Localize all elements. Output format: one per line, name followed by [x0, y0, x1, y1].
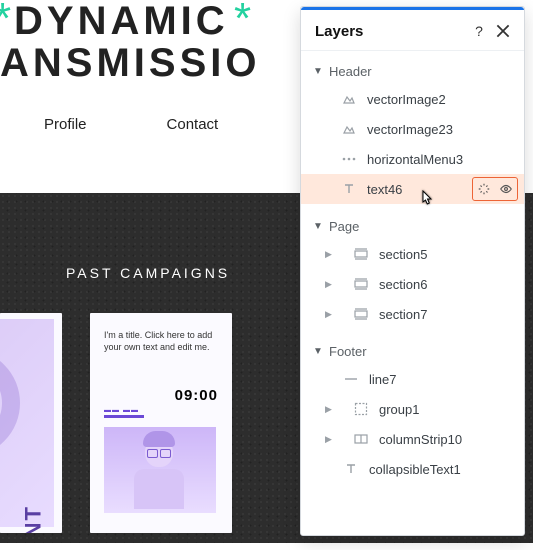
horizontal-menu: Profile Contact	[0, 116, 300, 133]
group-header[interactable]: ▼ Header	[301, 59, 524, 84]
campaign-card-2[interactable]: I'm a title. Click here to add your own …	[90, 313, 232, 533]
site-hero: * DYNAMIC * ANSMISSIO Profile Contact	[0, 0, 300, 193]
nav-contact[interactable]: Contact	[167, 116, 219, 133]
section-icon	[353, 246, 369, 262]
help-button[interactable]: ?	[470, 22, 488, 40]
caret-right-icon: ▶	[325, 434, 333, 445]
close-button[interactable]	[494, 22, 512, 40]
vector-icon	[341, 91, 357, 107]
section-title: PAST CAMPAIGNS	[66, 265, 230, 281]
vector-icon	[341, 121, 357, 137]
card-time: 09:00	[175, 387, 218, 404]
card-blurb: I'm a title. Click here to add your own …	[90, 313, 232, 369]
panel-header: Layers ?	[301, 10, 524, 51]
strip-icon	[353, 431, 369, 447]
caret-down-icon: ▼	[313, 221, 325, 232]
layer-section7[interactable]: ▶ section7	[301, 299, 524, 329]
layer-vectorimage23[interactable]: vectorImage23	[301, 114, 524, 144]
caret-right-icon: ▶	[325, 249, 333, 260]
accent-bar	[104, 415, 144, 418]
speaker-photo	[104, 427, 216, 513]
effects-icon[interactable]	[477, 182, 491, 196]
caret-right-icon: ▶	[325, 309, 333, 320]
layer-columnstrip10[interactable]: ▶ columnStrip10	[301, 424, 524, 454]
editor-canvas: * DYNAMIC * ANSMISSIO Profile Contact PA…	[0, 0, 533, 550]
layer-vectorimage2[interactable]: vectorImage2	[301, 84, 524, 114]
text-icon	[341, 181, 357, 197]
nav-profile[interactable]: Profile	[44, 116, 87, 133]
layer-actions-highlight	[472, 177, 518, 201]
layer-tree: ▼ Header vectorImage2 vectorImage23 hori…	[301, 51, 524, 484]
line-icon	[343, 371, 359, 387]
layer-group1[interactable]: ▶ group1	[301, 394, 524, 424]
layer-section5[interactable]: ▶ section5	[301, 239, 524, 269]
caret-down-icon: ▼	[313, 66, 325, 77]
title-line-2: ANSMISSIO	[0, 42, 300, 84]
panel-title: Layers	[315, 23, 464, 40]
layers-panel: Layers ? ▼ Header vectorImage2 vectorIma…	[300, 6, 525, 536]
asterisk-icon: *	[234, 0, 255, 42]
layer-line7[interactable]: line7	[301, 364, 524, 394]
card-tag: ▬▬ ▬▬	[104, 407, 139, 414]
group-footer[interactable]: ▼ Footer	[301, 339, 524, 364]
campaign-card-1[interactable]: EVENT ✕	[0, 313, 62, 533]
section-icon	[353, 276, 369, 292]
site-title: * DYNAMIC * ANSMISSIO	[0, 0, 300, 84]
layer-collapsibletext1[interactable]: collapsibleText1	[301, 454, 524, 484]
caret-right-icon: ▶	[325, 404, 333, 415]
layer-horizontalmenu3[interactable]: horizontalMenu3	[301, 144, 524, 174]
group-page[interactable]: ▼ Page	[301, 214, 524, 239]
text-icon	[343, 461, 359, 477]
caret-down-icon: ▼	[313, 346, 325, 357]
caret-right-icon: ▶	[325, 279, 333, 290]
layer-section6[interactable]: ▶ section6	[301, 269, 524, 299]
menu-icon	[341, 151, 357, 167]
event-side-text: EVENT	[20, 505, 46, 533]
group-icon	[353, 401, 369, 417]
asterisk-icon: *	[0, 0, 15, 42]
section-icon	[353, 306, 369, 322]
visibility-icon[interactable]	[499, 182, 513, 196]
title-line-1: DYNAMIC	[14, 0, 229, 43]
layer-text46[interactable]: text46	[301, 174, 524, 204]
ring-graphic	[0, 349, 20, 457]
